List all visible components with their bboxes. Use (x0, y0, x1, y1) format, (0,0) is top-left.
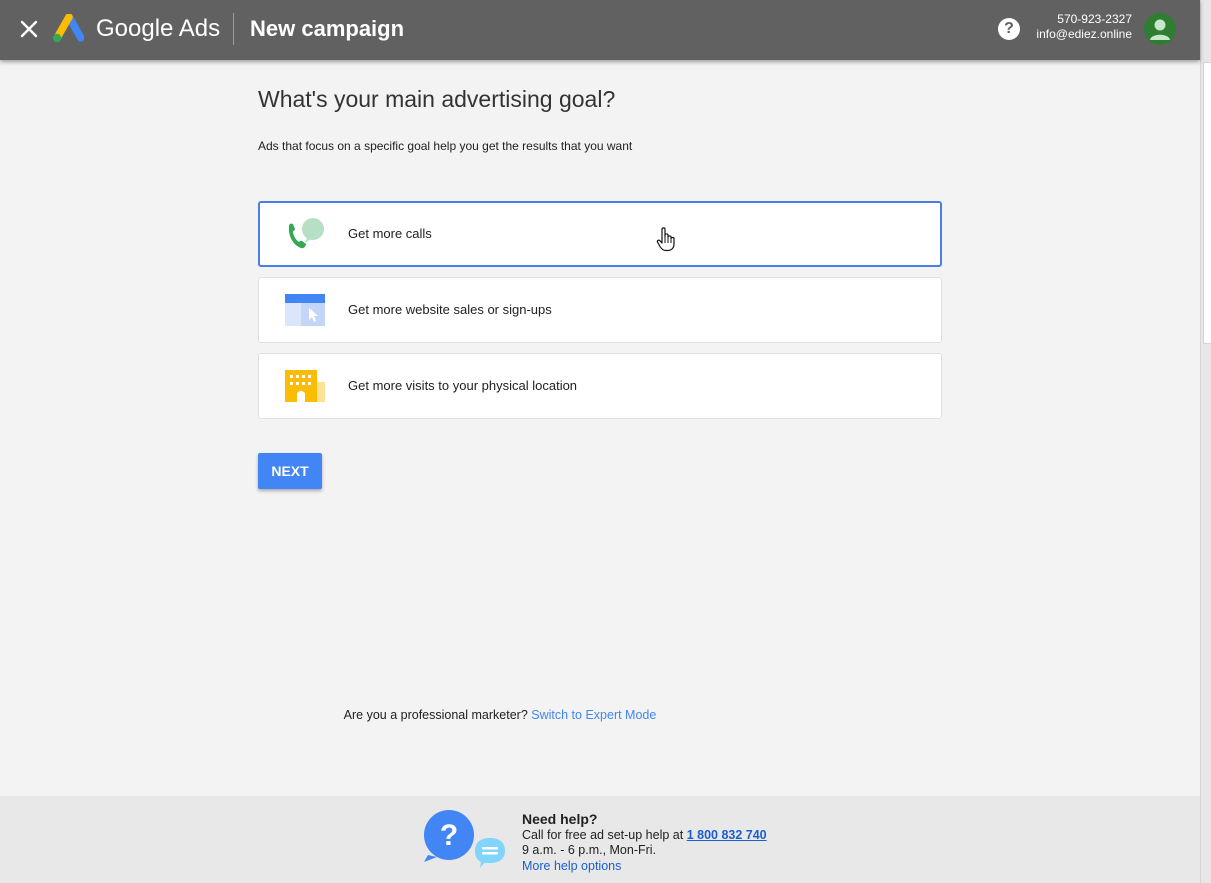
help-chat-icon: ? (424, 810, 505, 868)
switch-expert-mode-link[interactable]: Switch to Expert Mode (531, 708, 656, 722)
help-phone-link[interactable]: 1 800 832 740 (687, 828, 767, 842)
top-app-bar: Google Ads New campaign ? 570-923-2327 i… (0, 0, 1200, 60)
svg-text:?: ? (440, 819, 458, 852)
building-icon (285, 370, 325, 402)
avatar[interactable] (1144, 13, 1176, 45)
scrollbar-thumb[interactable] (1203, 62, 1211, 344)
account-phone: 570-923-2327 (1057, 12, 1132, 26)
goal-option-calls[interactable]: Get more calls (258, 201, 942, 267)
goal-label: Get more website sales or sign-ups (348, 302, 552, 317)
help-call-text: Call for free ad set-up help at (522, 827, 684, 842)
expert-prompt-text: Are you a professional marketer? (343, 708, 528, 722)
google-ads-logo-icon (52, 14, 84, 43)
help-text-block: Need help? Call for free ad set-up help … (522, 811, 767, 875)
help-hours: 9 a.m. - 6 p.m., Mon-Fri. (522, 843, 657, 857)
more-help-options-link[interactable]: More help options (522, 859, 767, 875)
brand-name: Google Ads (96, 15, 221, 42)
website-icon (285, 294, 325, 326)
help-icon[interactable]: ? (998, 18, 1020, 40)
goal-option-website[interactable]: Get more website sales or sign-ups (258, 277, 942, 343)
goal-subheading: Ads that focus on a specific goal help y… (258, 139, 633, 153)
help-call-line: Call for free ad set-up help at 1 800 83… (522, 828, 767, 844)
expert-mode-prompt: Are you a professional marketer? Switch … (0, 708, 1000, 722)
goal-label: Get more visits to your physical locatio… (348, 378, 578, 393)
goal-heading: What's your main advertising goal? (258, 86, 616, 112)
hand-pointer-icon (656, 227, 675, 252)
account-email: info@ediez.online (1036, 27, 1132, 41)
goal-option-location[interactable]: Get more visits to your physical locatio… (258, 353, 942, 419)
account-info[interactable]: 570-923-2327 info@ediez.online (1036, 12, 1132, 42)
help-footer: ? Need help? Call for free ad set-up hel… (0, 796, 1200, 883)
next-button[interactable]: NEXT (258, 453, 322, 489)
goal-label: Get more calls (348, 226, 432, 241)
help-title: Need help? (522, 811, 598, 827)
phone-call-icon (288, 218, 324, 249)
header-divider (233, 13, 234, 45)
close-icon[interactable] (18, 18, 40, 40)
page-title: New campaign (250, 16, 405, 41)
